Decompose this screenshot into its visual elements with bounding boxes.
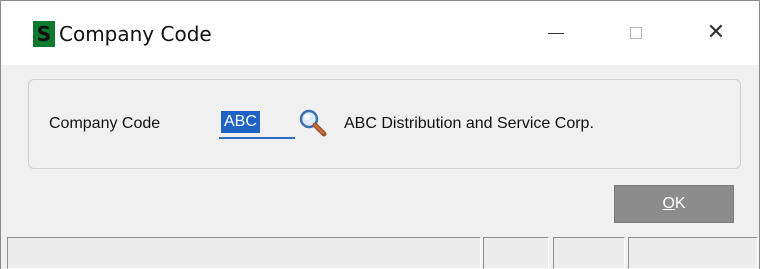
minimize-icon (548, 32, 564, 34)
maximize-button[interactable] (613, 15, 659, 51)
ok-label-rest: K (674, 195, 686, 212)
company-code-dialog: S Company Code ✕ Company Code ABC ABC Di… (0, 0, 760, 269)
close-icon: ✕ (706, 20, 726, 45)
company-code-input[interactable]: ABC (219, 107, 295, 139)
magnifier-icon (299, 109, 327, 137)
ok-button[interactable]: OK (614, 185, 734, 223)
app-icon-letter: S (36, 22, 52, 46)
sage-s-icon: S (33, 21, 55, 47)
window-title: Company Code (59, 22, 212, 46)
ok-accelerator: O (662, 195, 675, 212)
status-panel-main (7, 237, 481, 269)
lookup-button[interactable] (298, 108, 328, 138)
status-panel-3 (553, 237, 625, 269)
maximize-icon (630, 27, 642, 39)
minimize-button[interactable] (533, 15, 579, 51)
status-bar (1, 235, 759, 269)
company-code-label: Company Code (49, 115, 161, 132)
status-panel-2 (483, 237, 549, 269)
company-code-value: ABC (221, 111, 260, 133)
close-button[interactable]: ✕ (693, 15, 739, 51)
title-bar[interactable]: S Company Code ✕ (1, 1, 759, 65)
status-panel-4 (628, 237, 758, 269)
company-description: ABC Distribution and Service Corp. (344, 115, 594, 132)
